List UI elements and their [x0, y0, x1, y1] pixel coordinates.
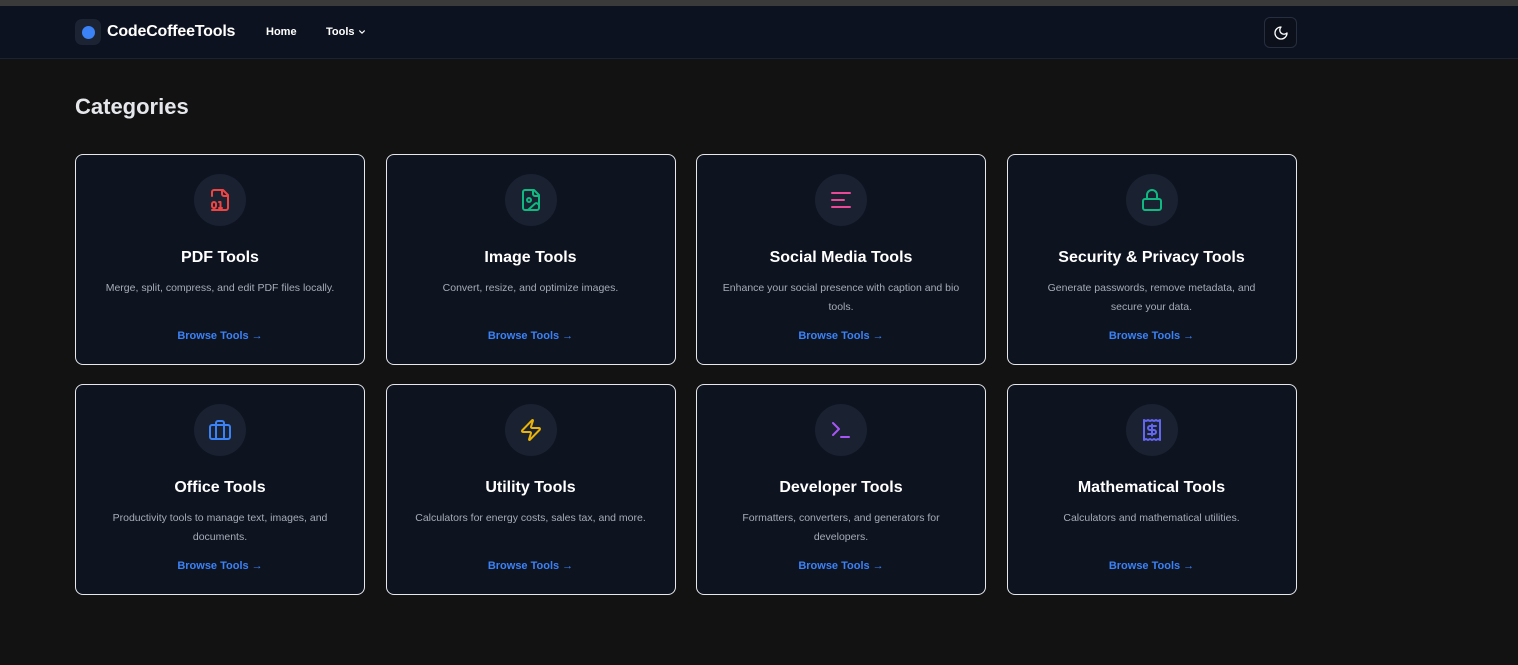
browse-tools-link[interactable]: Browse Tools →	[387, 329, 675, 343]
card-description: Enhance your social presence with captio…	[722, 282, 960, 313]
card-title: Office Tools	[174, 479, 266, 496]
category-card-mathematical-tools[interactable]: Mathematical Tools Calculators and mathe…	[1006, 384, 1297, 595]
browse-tools-link[interactable]: Browse Tools →	[1008, 559, 1296, 573]
card-description: Calculators and mathematical utilities.	[1063, 512, 1240, 524]
receipt-dollar-icon	[1142, 419, 1161, 441]
card-title: PDF Tools	[181, 249, 259, 266]
page-title: Categories	[75, 94, 189, 119]
category-card-image-tools[interactable]: Image Tools Convert, resize, and optimiz…	[385, 154, 676, 365]
category-card-developer-tools[interactable]: Developer Tools Formatters, converters, …	[696, 384, 986, 595]
image-file-icon	[521, 189, 540, 211]
browse-tools-link[interactable]: Browse Tools →	[697, 559, 985, 573]
categories-grid: PDF Tools Merge, split, compress, and ed…	[75, 154, 1297, 595]
category-card-office-tools[interactable]: Office Tools Productivity tools to manag…	[75, 384, 365, 595]
card-description: Formatters, converters, and generators f…	[742, 512, 940, 543]
chevron-down-icon	[358, 30, 365, 34]
nav-home-link[interactable]: Home	[266, 26, 297, 38]
briefcase-icon	[209, 420, 231, 440]
card-title: Security & Privacy Tools	[1058, 249, 1245, 266]
card-description: Convert, resize, and optimize images.	[442, 282, 619, 294]
brand-link[interactable]: CodeCoffeeTools	[75, 19, 235, 45]
category-card-pdf-tools[interactable]: PDF Tools Merge, split, compress, and ed…	[75, 154, 365, 365]
browse-tools-link[interactable]: Browse Tools →	[76, 329, 364, 343]
browse-tools-link[interactable]: Browse Tools →	[1008, 329, 1296, 343]
category-card-security-privacy-tools[interactable]: Security & Privacy Tools Generate passwo…	[1006, 154, 1297, 365]
theme-toggle-button[interactable]	[1264, 17, 1297, 48]
lock-icon	[1141, 189, 1162, 211]
moon-icon	[1273, 25, 1288, 40]
lightning-icon	[520, 419, 541, 441]
card-description: Generate passwords, remove metadata, and…	[1047, 282, 1256, 313]
category-card-social-media-tools[interactable]: Social Media Tools Enhance your social p…	[696, 154, 986, 365]
card-title: Mathematical Tools	[1077, 479, 1226, 496]
browse-tools-link[interactable]: Browse Tools →	[387, 559, 675, 573]
navbar: CodeCoffeeTools Home Tools	[0, 6, 1518, 59]
nav-tools-dropdown[interactable]: Tools	[326, 26, 366, 38]
browse-tools-link[interactable]: Browse Tools →	[697, 329, 985, 343]
category-card-utility-tools[interactable]: Utility Tools Calculators for energy cos…	[385, 384, 676, 595]
browse-tools-link[interactable]: Browse Tools →	[76, 559, 364, 573]
nav-tools-label: Tools	[326, 26, 355, 38]
brand-logo-icon	[75, 19, 101, 45]
card-title: Social Media Tools	[769, 249, 913, 266]
card-title: Image Tools	[484, 249, 577, 266]
card-description: Calculators for energy costs, sales tax,…	[415, 512, 646, 524]
card-description: Productivity tools to manage text, image…	[112, 512, 328, 543]
card-title: Developer Tools	[779, 479, 903, 496]
brand-name: CodeCoffeeTools	[107, 23, 236, 40]
terminal-icon	[832, 422, 850, 438]
pdf-file-icon	[211, 189, 229, 211]
card-description: Merge, split, compress, and edit PDF fil…	[105, 282, 335, 294]
card-title: Utility Tools	[485, 479, 576, 496]
text-lines-icon	[831, 192, 851, 208]
